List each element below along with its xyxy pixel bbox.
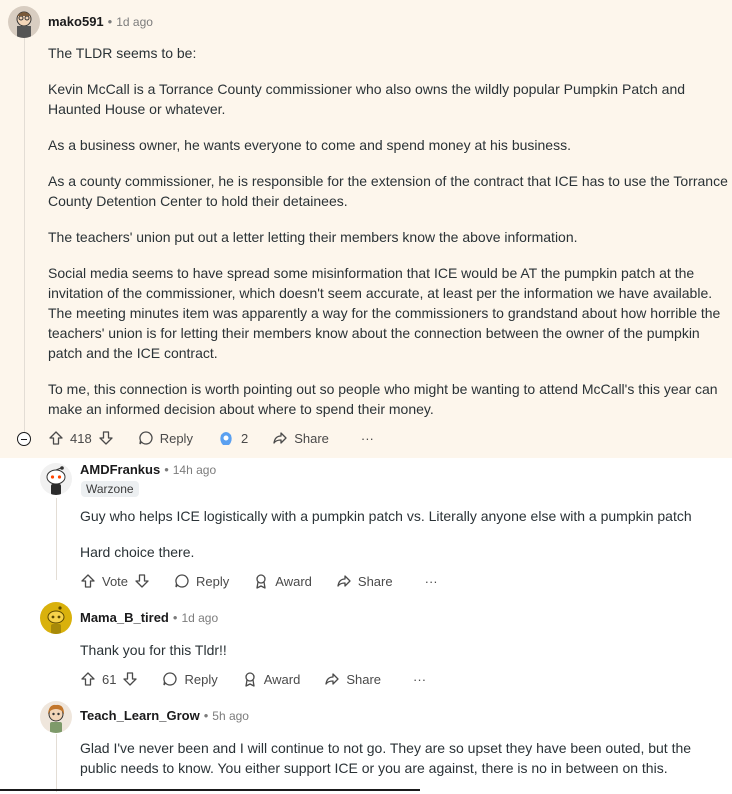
comment-paragraph: To me, this connection is worth pointing…: [48, 381, 718, 417]
comment-body: The TLDR seems to be: Kevin McCall is a …: [48, 43, 728, 435]
share-label: Share: [294, 430, 329, 446]
collapse-minus-icon[interactable]: [17, 432, 31, 446]
comment-paragraph: Glad I've never been and I will continue…: [80, 740, 692, 776]
share-label: Share: [346, 671, 382, 687]
share-arrow-icon: [273, 432, 287, 444]
vote-count: 418: [70, 430, 92, 446]
more-options-button[interactable]: ···: [361, 431, 374, 446]
timestamp[interactable]: 1d ago: [116, 15, 153, 29]
separator-dot: •: [164, 462, 169, 477]
avatar[interactable]: [40, 701, 72, 733]
comment-body: Glad I've never been and I will continue…: [80, 738, 728, 794]
reply-bubble-icon: [175, 574, 189, 588]
separator-dot: •: [107, 14, 113, 29]
award-button[interactable]: 2: [217, 429, 248, 447]
timestamp[interactable]: 5h ago: [212, 709, 249, 723]
downvote-icon[interactable]: [134, 573, 150, 589]
downvote-icon[interactable]: [122, 671, 138, 687]
upvote-icon[interactable]: [48, 430, 64, 446]
more-options-button[interactable]: ···: [413, 672, 426, 687]
comment-paragraph: The TLDR seems to be:: [48, 45, 197, 61]
comment-paragraph: Hard choice there.: [80, 544, 195, 560]
author-name[interactable]: mako591: [48, 14, 104, 29]
user-flair: Warzone: [81, 481, 139, 497]
more-icon: ···: [424, 573, 438, 589]
reply-bubble-icon: [163, 672, 178, 686]
comment-meta: Teach_Learn_Grow • 5h ago: [80, 708, 249, 724]
thread-line[interactable]: [56, 498, 57, 580]
reply-label: Reply: [184, 671, 218, 687]
more-options-button[interactable]: ···: [425, 574, 438, 589]
vote-group: Vote: [80, 573, 150, 589]
reply-button[interactable]: Reply: [138, 430, 193, 446]
bottom-divider: [0, 789, 420, 791]
more-icon: ···: [360, 430, 374, 446]
author-name[interactable]: Teach_Learn_Grow: [80, 708, 200, 723]
share-arrow-icon: [337, 575, 351, 587]
reply-bubble-icon: [139, 431, 153, 445]
award-button[interactable]: Award: [253, 573, 312, 589]
vote-label: Vote: [102, 573, 129, 589]
award-button[interactable]: Award: [242, 671, 301, 687]
comment-meta: AMDFrankus • 14h ago: [80, 462, 216, 478]
comment-actions: Vote Reply Award Share ···: [80, 571, 456, 591]
thread-line[interactable]: [56, 734, 57, 792]
upvote-icon[interactable]: [80, 671, 96, 687]
comment-paragraph: Guy who helps ICE logistically with a pu…: [80, 508, 692, 524]
comment-paragraph: Kevin McCall is a Torrance County commis…: [48, 81, 686, 117]
share-label: Share: [357, 573, 393, 589]
reply-label: Reply: [159, 430, 193, 446]
timestamp[interactable]: 1d ago: [181, 611, 218, 625]
comment-paragraph: As a county commissioner, he is responsi…: [48, 173, 728, 209]
vote-group: 418: [48, 430, 114, 446]
comment-meta: mako591 • 1d ago: [48, 14, 153, 30]
timestamp[interactable]: 14h ago: [173, 463, 216, 477]
share-button[interactable]: Share: [324, 671, 381, 687]
reply-button[interactable]: Reply: [174, 573, 229, 589]
separator-dot: •: [172, 610, 178, 625]
thread-line[interactable]: [24, 38, 25, 432]
share-arrow-icon: [325, 673, 339, 685]
comment-paragraph: Social media seems to have spread some m…: [48, 265, 721, 361]
award-icon: [220, 432, 232, 445]
avatar[interactable]: [40, 463, 72, 495]
comment-paragraph: Thank you for this Tldr!!: [80, 642, 227, 658]
comment-meta: Mama_B_tired • 1d ago: [80, 610, 218, 626]
more-icon: ···: [413, 671, 427, 687]
comment-paragraph: The teachers' union put out a letter let…: [48, 229, 578, 245]
share-button[interactable]: Share: [272, 430, 329, 446]
award-label: Award: [275, 573, 312, 589]
comment-actions: 418 Reply 2 Share ···: [48, 428, 392, 448]
downvote-icon[interactable]: [98, 430, 114, 446]
award-icon: [245, 672, 255, 687]
vote-group: 61: [80, 671, 138, 687]
avatar[interactable]: [8, 6, 40, 38]
comment-body: Guy who helps ICE logistically with a pu…: [80, 506, 728, 578]
separator-dot: •: [203, 708, 209, 723]
award-label: Award: [263, 671, 301, 687]
vote-count: 61: [102, 671, 117, 687]
share-button[interactable]: Share: [336, 573, 393, 589]
reply-label: Reply: [196, 573, 230, 589]
comment-paragraph: As a business owner, he wants everyone t…: [48, 137, 571, 153]
avatar[interactable]: [40, 602, 72, 634]
reply-button[interactable]: Reply: [162, 671, 218, 687]
author-name[interactable]: Mama_B_tired: [80, 610, 169, 625]
author-name[interactable]: AMDFrankus: [80, 462, 160, 477]
award-icon: [256, 574, 266, 589]
award-count: 2: [240, 430, 249, 446]
upvote-icon[interactable]: [80, 573, 96, 589]
comment-actions: 61 Reply Award Share ···: [80, 669, 444, 689]
